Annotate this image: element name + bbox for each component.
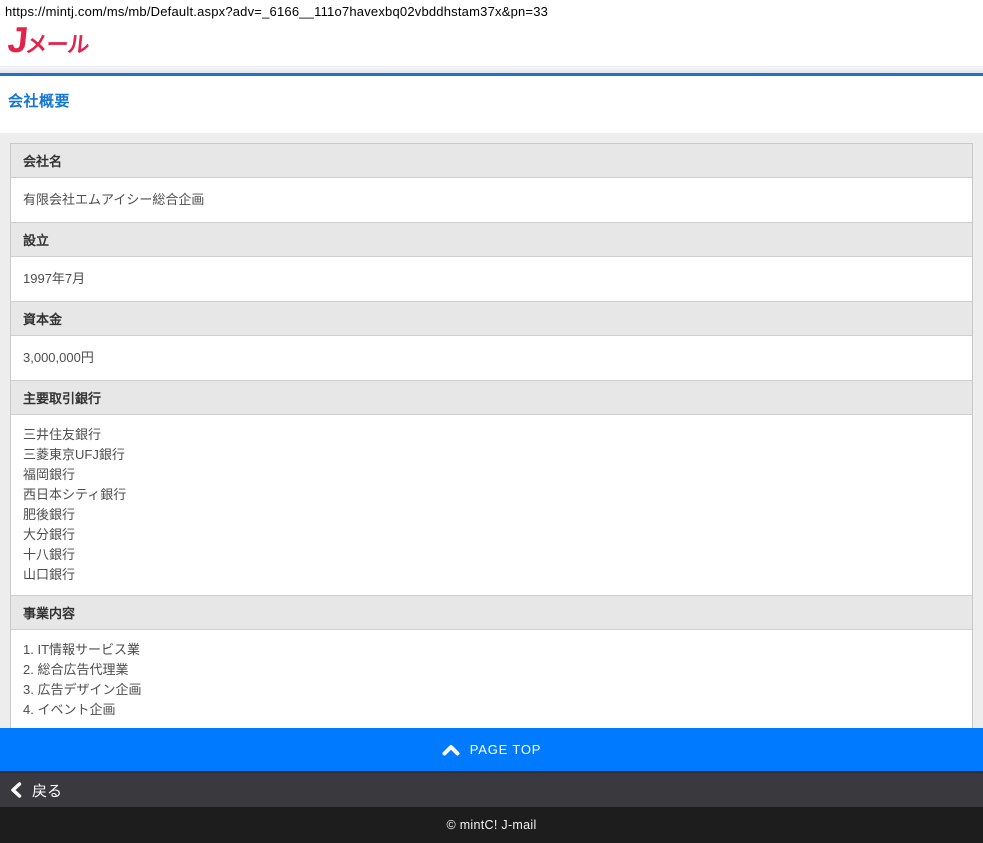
chevron-up-icon: [442, 743, 460, 757]
business-item: 4. イベント企画: [23, 700, 960, 720]
page-top-button[interactable]: PAGE TOP: [0, 728, 983, 771]
bank-item: 大分銀行: [23, 525, 960, 545]
page-url-text: https://mintj.com/ms/mb/Default.aspx?adv…: [5, 4, 548, 19]
content-area: 会社名 有限会社エムアイシー総合企画 設立 1997年7月 資本金 3,000,…: [0, 133, 983, 728]
value-line: 3,000,000円: [23, 348, 960, 368]
title-area: 会社概要: [0, 76, 983, 133]
bank-item: 十八銀行: [23, 545, 960, 565]
page-title: 会社概要: [8, 90, 983, 111]
chevron-left-icon: [10, 782, 22, 798]
table-row-value-capital: 3,000,000円: [11, 336, 972, 380]
bank-item: 三井住友銀行: [23, 425, 960, 445]
business-item: 2. 総合広告代理業: [23, 660, 960, 680]
table-row-label-established: 設立: [11, 222, 972, 257]
table-row-value-business: 1. IT情報サービス業 2. 総合広告代理業 3. 広告デザイン企画 4. イ…: [11, 630, 972, 730]
footer: © mintC! J-mail: [0, 807, 983, 843]
business-item: 1. IT情報サービス業: [23, 640, 960, 660]
bank-item: 山口銀行: [23, 565, 960, 585]
company-info-table: 会社名 有限会社エムアイシー総合企画 設立 1997年7月 資本金 3,000,…: [10, 143, 973, 731]
bank-item: 西日本シティ銀行: [23, 485, 960, 505]
table-row-value-company-name: 有限会社エムアイシー総合企画: [11, 178, 972, 222]
table-row-label-business: 事業内容: [11, 595, 972, 630]
value-line: 1997年7月: [23, 269, 960, 289]
back-button[interactable]: 戻る: [0, 771, 983, 807]
business-item: 3. 広告デザイン企画: [23, 680, 960, 700]
jmail-logo[interactable]: Jメール: [6, 22, 91, 58]
bank-item: 福岡銀行: [23, 465, 960, 485]
table-row-value-banks: 三井住友銀行 三菱東京UFJ銀行 福岡銀行 西日本シティ銀行 肥後銀行 大分銀行…: [11, 415, 972, 595]
bank-item: 肥後銀行: [23, 505, 960, 525]
logo-text-mail: メール: [24, 32, 90, 57]
table-row-label-banks: 主要取引銀行: [11, 380, 972, 415]
table-row-label-company-name: 会社名: [11, 144, 972, 178]
back-label: 戻る: [32, 780, 62, 801]
header-strip: [0, 66, 983, 73]
page-top-label: PAGE TOP: [470, 742, 541, 757]
copyright-text: © mintC! J-mail: [446, 818, 536, 832]
table-row-label-capital: 資本金: [11, 301, 972, 336]
value-line: 有限会社エムアイシー総合企画: [23, 190, 960, 210]
page-header: https://mintj.com/ms/mb/Default.aspx?adv…: [0, 0, 983, 66]
bank-item: 三菱東京UFJ銀行: [23, 445, 960, 465]
table-row-value-established: 1997年7月: [11, 257, 972, 301]
